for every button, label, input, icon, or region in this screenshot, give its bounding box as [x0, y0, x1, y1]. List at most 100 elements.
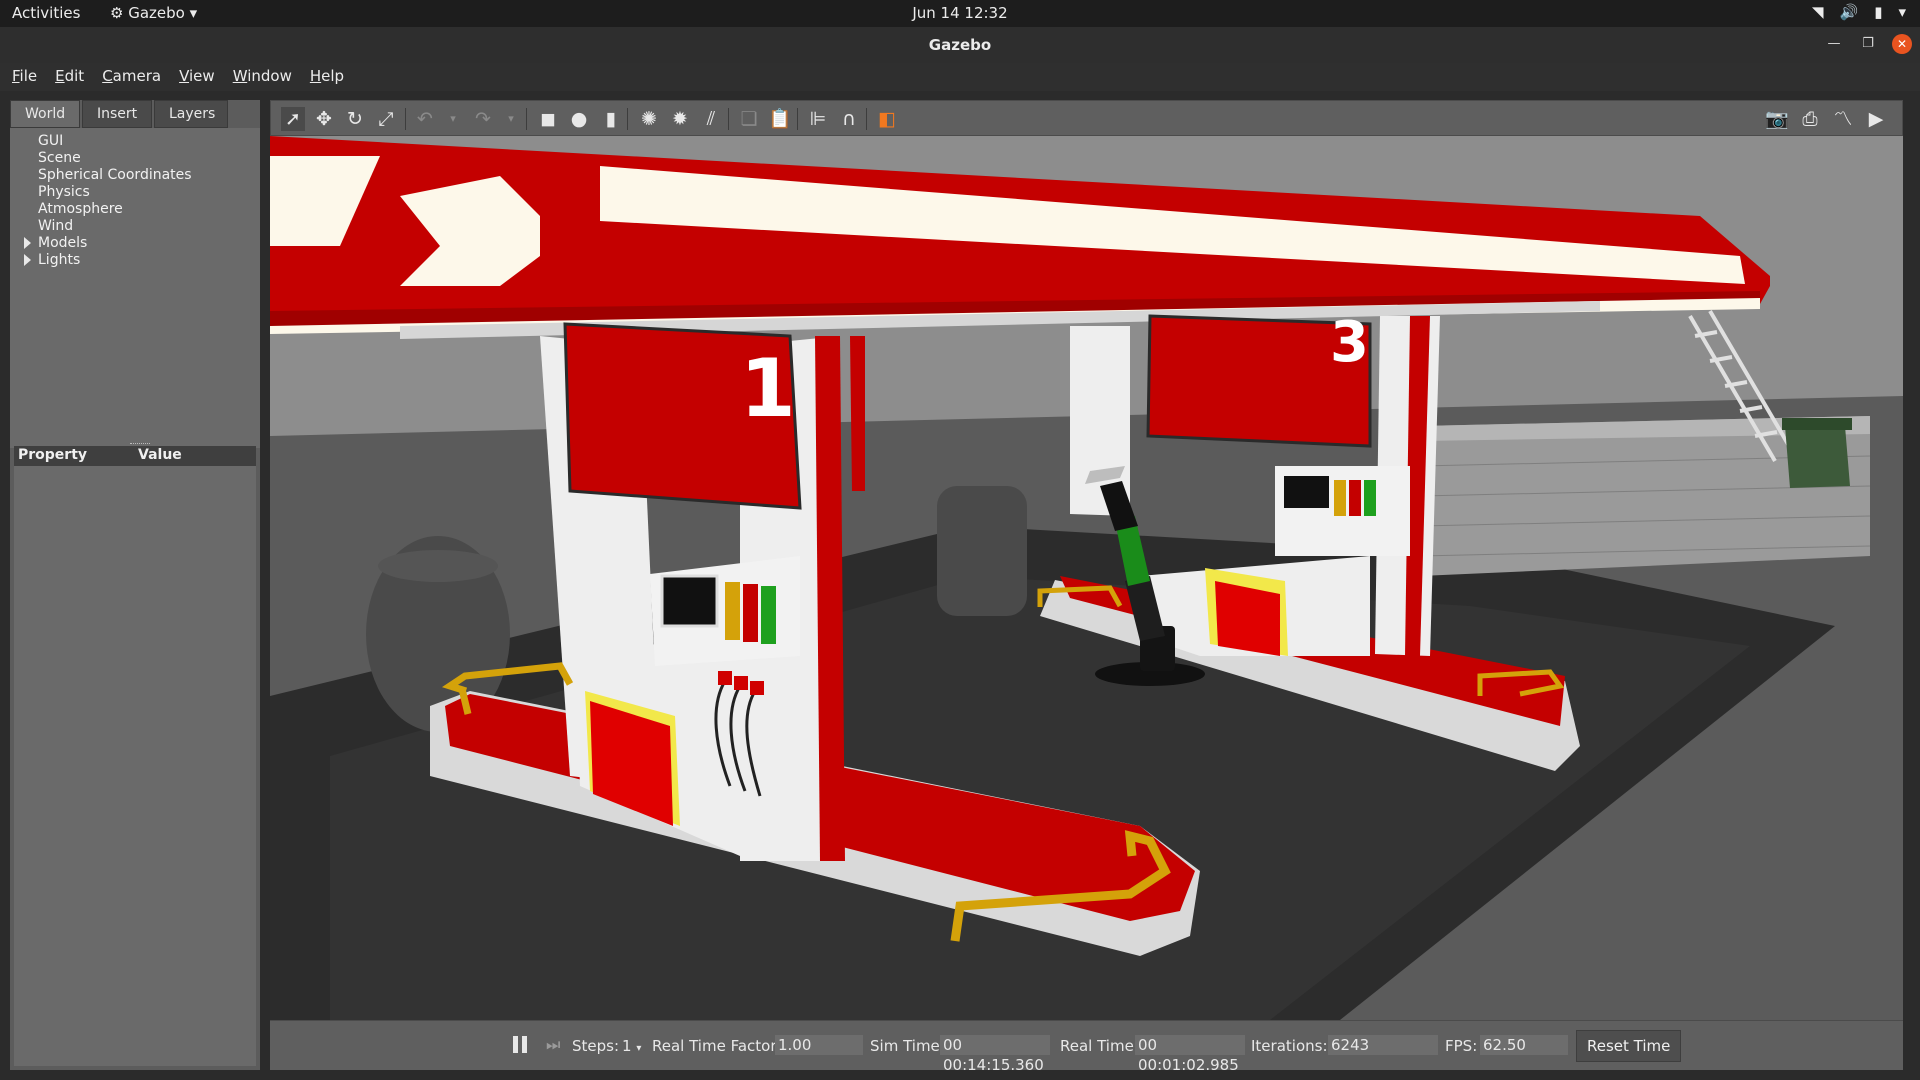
pump-front-nozzle-red [743, 584, 758, 642]
value-column-header: Value [138, 447, 182, 463]
spot-light-icon[interactable]: ✹ [668, 107, 692, 131]
tree-item-wind[interactable]: Wind [10, 218, 260, 235]
scene-render: 3 1 [270, 136, 1903, 1020]
3d-scene-viewport[interactable]: 3 1 [270, 136, 1903, 1020]
pump-number-1: 1 [740, 342, 796, 435]
paste-icon[interactable]: 📋 [768, 107, 792, 131]
menu-help[interactable]: Help [310, 63, 353, 91]
expand-arrow-icon[interactable] [24, 254, 31, 266]
left-panel-tabs: World Insert Layers [10, 100, 230, 128]
toolbar-separator [526, 108, 527, 130]
reset-time-button[interactable]: Reset Time [1576, 1030, 1682, 1062]
system-tray[interactable]: ◥ 🔊 ▮ ▾ [1812, 3, 1906, 21]
chevron-down-icon: ▾ [189, 4, 198, 22]
property-table: Property Value [14, 446, 256, 1066]
view-angle-icon[interactable]: ◧ [875, 107, 899, 131]
pump-back-nozzle-red [1349, 480, 1361, 516]
pause-icon [513, 1036, 518, 1053]
screenshot-icon[interactable]: 📷 [1765, 107, 1789, 131]
real-time-field: 00 00:01:02.985 [1135, 1035, 1245, 1074]
pause-icon [522, 1036, 527, 1053]
simulation-status-bar: ⏭ Steps: 1 ▾ Real Time Factor: 1.00 Sim … [270, 1020, 1903, 1074]
undo-icon[interactable]: ↶ [413, 107, 437, 131]
tree-item-physics[interactable]: Physics [10, 184, 260, 201]
sphere-icon[interactable]: ● [567, 107, 591, 131]
pump-back-red-panel [1215, 581, 1280, 656]
align-icon[interactable]: ⊫ [806, 107, 830, 131]
step-icon: ⏭ [546, 1035, 561, 1054]
menu-camera[interactable]: Camera [102, 63, 170, 91]
sim-time-label: Sim Time: [870, 1037, 945, 1055]
activities-button[interactable]: Activities [12, 4, 80, 22]
pillar-mid-stripe [850, 336, 865, 491]
app-menu-label: Gazebo [128, 4, 185, 22]
dumpster-lid [1782, 418, 1852, 430]
rotate-icon[interactable]: ↻ [343, 107, 367, 131]
toolbar-separator [728, 108, 729, 130]
pillar-front-stripe [815, 336, 845, 861]
step-button[interactable]: ⏭ [546, 1033, 570, 1057]
menu-bar: File Edit Camera View Window Help [0, 63, 1920, 91]
pump-front-nozzle-yellow [725, 582, 740, 640]
menu-file[interactable]: File [12, 63, 46, 91]
expand-arrow-icon[interactable] [24, 237, 31, 249]
tree-item-scene[interactable]: Scene [10, 150, 260, 167]
chevron-down-icon: ▾ [1898, 3, 1906, 21]
directional-light-icon[interactable]: ⫽ [699, 107, 723, 131]
tree-item-label: Atmosphere [38, 201, 123, 217]
steps-value: 1 [622, 1037, 632, 1055]
window-title: Gazebo [928, 36, 992, 54]
toolbar-separator [627, 108, 628, 130]
record-video-icon[interactable]: ▶ [1864, 107, 1888, 131]
tab-world[interactable]: World [10, 100, 80, 128]
tab-insert[interactable]: Insert [82, 100, 152, 128]
scale-icon[interactable]: ⤢ [374, 107, 398, 131]
toolbar-separator [866, 108, 867, 130]
steps-spinbox[interactable]: 1 ▾ [622, 1037, 641, 1055]
tree-item-label: Scene [38, 150, 81, 166]
menu-view[interactable]: View [179, 63, 224, 91]
battery-icon: ▮ [1874, 3, 1883, 21]
tree-item-lights[interactable]: Lights [10, 252, 260, 269]
chevron-down-icon[interactable]: ▾ [499, 107, 523, 131]
select-arrow-icon[interactable]: ➚ [281, 107, 305, 131]
tree-item-label: GUI [38, 133, 64, 149]
tree-item-atmosphere[interactable]: Atmosphere [10, 201, 260, 218]
render-view: ➚ ✥ ↻ ⤢ ↶ ▾ ↷ ▾ ◼ ● ▮ ✺ ✹ ⫽ ❏ 📋 ⊫ ∩ ◧ 📷 … [270, 100, 1903, 1074]
snap-icon[interactable]: ∩ [837, 107, 861, 131]
wifi-icon: ◥ [1811, 3, 1824, 21]
tree-item-spherical-coordinates[interactable]: Spherical Coordinates [10, 167, 260, 184]
app-menu-button[interactable]: ⚙ Gazebo ▾ [110, 4, 197, 22]
property-column-header: Property [18, 447, 88, 463]
pump-back-nozzle-yellow [1334, 480, 1346, 516]
window-title-bar[interactable]: Gazebo — ❐ ✕ [0, 27, 1920, 63]
chevron-down-icon[interactable]: ▾ [441, 107, 465, 131]
barrel-center [937, 486, 1027, 616]
minimize-button[interactable]: — [1824, 34, 1844, 54]
copy-icon[interactable]: ❏ [737, 107, 761, 131]
pump-back-nozzle-green [1364, 480, 1376, 516]
cylinder-icon[interactable]: ▮ [599, 107, 623, 131]
redo-icon[interactable]: ↷ [471, 107, 495, 131]
scene-toolbar: ➚ ✥ ↻ ⤢ ↶ ▾ ↷ ▾ ◼ ● ▮ ✺ ✹ ⫽ ❏ 📋 ⊫ ∩ ◧ 📷 … [270, 100, 1903, 136]
tab-layers[interactable]: Layers [154, 100, 228, 128]
translate-icon[interactable]: ✥ [312, 107, 336, 131]
tree-item-models[interactable]: Models [10, 235, 260, 252]
plot-icon[interactable]: 〽 [1831, 107, 1855, 131]
menu-window[interactable]: Window [233, 63, 301, 91]
iterations-field: 6243 [1328, 1035, 1438, 1055]
clock[interactable]: Jun 14 12:32 [0, 4, 1920, 22]
point-light-icon[interactable]: ✺ [637, 107, 661, 131]
real-time-label: Real Time: [1060, 1037, 1139, 1055]
real-time-factor-label: Real Time Factor: [652, 1037, 782, 1055]
fps-field: 62.50 [1480, 1035, 1568, 1055]
pump-front-nozzle-green [761, 586, 776, 644]
box-icon[interactable]: ◼ [536, 107, 560, 131]
log-icon[interactable]: ⎙ [1798, 107, 1822, 131]
pause-button[interactable] [508, 1033, 532, 1057]
tree-item-gui[interactable]: GUI [10, 133, 260, 150]
close-button[interactable]: ✕ [1892, 34, 1912, 54]
menu-edit[interactable]: Edit [55, 63, 93, 91]
maximize-button[interactable]: ❐ [1858, 34, 1878, 54]
tree-item-label: Physics [38, 184, 90, 200]
